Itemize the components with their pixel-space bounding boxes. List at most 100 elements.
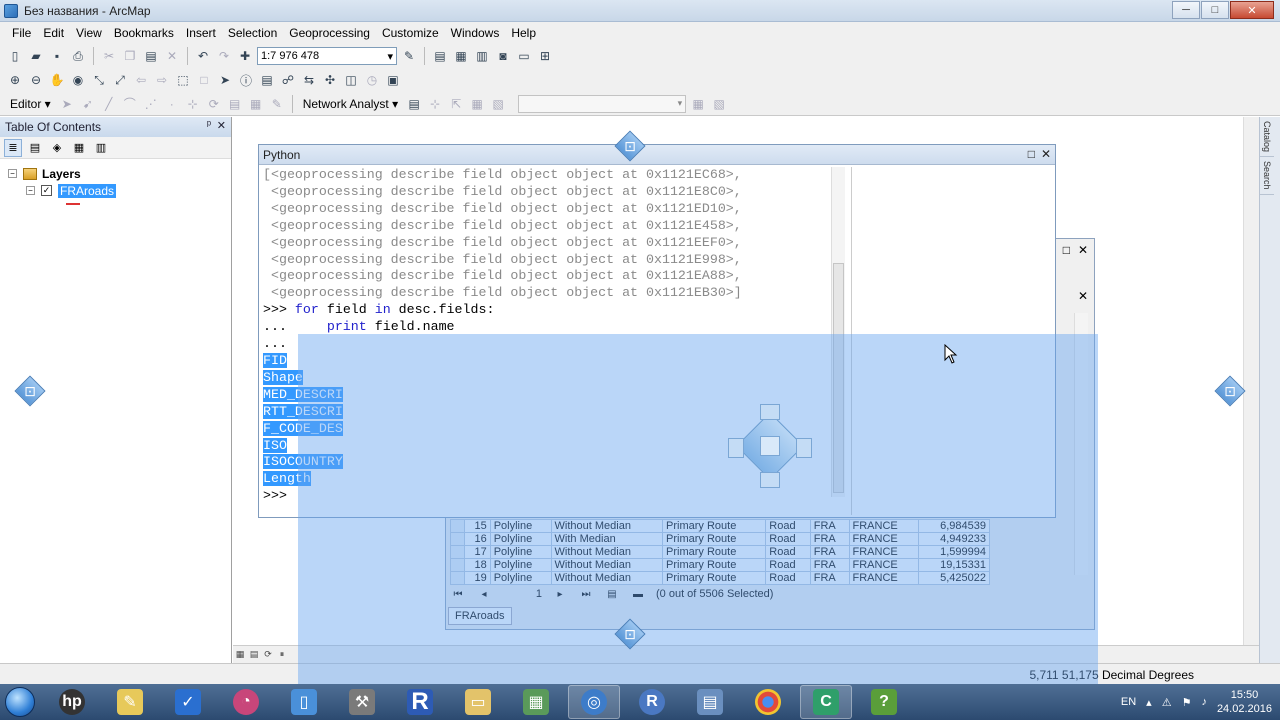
compass-center-target[interactable] [760, 436, 780, 456]
compass-bottom-target[interactable] [760, 472, 780, 488]
end-point-arc-icon[interactable]: ⌒ [121, 95, 139, 113]
full-extent-globe-icon[interactable]: ◉ [69, 71, 87, 89]
redo-icon[interactable]: ↷ [215, 47, 233, 65]
goto-xy-icon[interactable]: ✣ [321, 71, 339, 89]
editor-menu-button[interactable]: Editor ▾ [6, 97, 55, 111]
taskbar-python-app[interactable]: ▤ [684, 685, 736, 719]
dock-right-arrow-icon[interactable]: ⊡ [1214, 375, 1246, 407]
cut-icon[interactable]: ✂ [100, 47, 118, 65]
menu-windows[interactable]: Windows [445, 26, 506, 40]
open-folder-icon[interactable]: ▰ [27, 47, 45, 65]
pause-drawing-icon[interactable]: ⏸ [275, 648, 289, 662]
network-dataset-combo[interactable]: ▾ [518, 94, 687, 113]
taskbar-tasks-app[interactable]: ✓ [162, 685, 214, 719]
arctoolbox-icon[interactable]: ◙ [494, 47, 512, 65]
taskbar-hp-app[interactable]: hp [46, 685, 98, 719]
taskbar-tools-app[interactable]: ⚒ [336, 685, 388, 719]
python-maximize-button[interactable]: □ [1028, 147, 1035, 161]
straight-segment-icon[interactable]: ╱ [100, 95, 118, 113]
collapse-icon[interactable]: − [26, 186, 35, 195]
edit-tool-icon[interactable]: ➤ [58, 95, 76, 113]
clear-selection-icon[interactable]: □ [195, 71, 213, 89]
python-window-icon[interactable]: ▭ [515, 47, 533, 65]
system-clock[interactable]: 15:50 24.02.2016 [1217, 688, 1272, 716]
action-center-flag-icon[interactable]: ⚑ [1182, 696, 1192, 709]
dock-left-arrow-icon[interactable]: ⊡ [14, 375, 46, 407]
toc-close-button[interactable]: ✕ [217, 119, 226, 132]
identify-icon[interactable]: ⓘ [237, 71, 255, 89]
catalog-window-icon[interactable]: ▦ [452, 47, 470, 65]
tree-row-layers[interactable]: − Layers [8, 165, 231, 182]
fixed-zoom-in-icon[interactable]: ⤡ [90, 71, 108, 89]
split-tool-icon[interactable]: ⊹ [184, 95, 202, 113]
dock-top-arrow-icon[interactable]: ⊡ [614, 130, 646, 162]
refresh-icon[interactable]: ⟳ [261, 648, 275, 662]
create-network-location-icon[interactable]: ⊹ [426, 95, 444, 113]
save-icon[interactable]: ▪ [48, 47, 66, 65]
start-button[interactable] [0, 684, 40, 720]
dock-compass-icon[interactable] [726, 402, 814, 490]
table-tab-close[interactable]: ✕ [1078, 289, 1088, 303]
attribute-table-close[interactable]: ✕ [1078, 243, 1088, 257]
menu-bookmarks[interactable]: Bookmarks [108, 26, 180, 40]
zoom-out-icon[interactable]: ⊖ [27, 71, 45, 89]
create-features-icon[interactable]: ✎ [268, 95, 286, 113]
catalog-tab[interactable]: Catalog [1260, 117, 1274, 158]
search-tab[interactable]: Search [1260, 157, 1274, 195]
trace-icon[interactable]: ⋰ [142, 95, 160, 113]
measure-icon[interactable]: ◫ [342, 71, 360, 89]
layer-visibility-checkbox[interactable]: ✓ [41, 185, 52, 196]
taskbar-notepad-app[interactable]: ▯ [278, 685, 330, 719]
toc-options-icon[interactable]: ▥ [92, 139, 110, 157]
find-binoculars-icon[interactable]: ☍ [279, 71, 297, 89]
edit-annotation-icon[interactable]: ➹ [79, 95, 97, 113]
model-builder-icon[interactable]: ⊞ [536, 47, 554, 65]
compass-left-target[interactable] [728, 438, 744, 458]
taskbar-gauge-app[interactable]: ◔ [220, 685, 272, 719]
add-data-icon[interactable]: ✚ [236, 47, 254, 65]
dock-bottom-arrow-icon[interactable]: ⊡ [614, 618, 646, 650]
menu-insert[interactable]: Insert [180, 26, 222, 40]
python-close-button[interactable]: ✕ [1041, 147, 1051, 161]
taskbar-paint-app[interactable]: ✎ [104, 685, 156, 719]
network-identify-icon[interactable]: ▧ [710, 95, 728, 113]
find-route-icon[interactable]: ⇆ [300, 71, 318, 89]
volume-icon[interactable]: ♪ [1201, 696, 1207, 708]
network-analyst-menu-button[interactable]: Network Analyst ▾ [299, 97, 402, 111]
network-analyst-window-icon[interactable]: ▤ [405, 95, 423, 113]
attribute-table-maximize[interactable]: □ [1063, 243, 1070, 257]
fixed-zoom-out-icon[interactable]: ⤢ [111, 71, 129, 89]
minimize-button[interactable]: ─ [1172, 1, 1200, 19]
close-button[interactable]: ✕ [1230, 1, 1274, 19]
build-network-icon[interactable]: ▦ [468, 95, 486, 113]
taskbar-arcmap-app[interactable]: ◎ [568, 685, 620, 719]
taskbar-arccatalog-app[interactable]: ▦ [510, 685, 562, 719]
maximize-button[interactable]: □ [1201, 1, 1229, 19]
point-icon[interactable]: · [163, 95, 181, 113]
layer-name[interactable]: FRAroads [58, 183, 117, 198]
list-by-selection-icon[interactable]: ▦ [70, 139, 88, 157]
rotate-tool-icon[interactable]: ⟳ [205, 95, 223, 113]
tree-row-fraroads[interactable]: − ✓ FRAroads [8, 182, 231, 199]
list-by-drawing-order-icon[interactable]: ≣ [4, 138, 22, 157]
layout-view-icon[interactable]: ▦ [233, 648, 247, 662]
zoom-in-icon[interactable]: ⊕ [6, 71, 24, 89]
sketch-properties-icon[interactable]: ▦ [247, 95, 265, 113]
network-warning-icon[interactable]: ⚠ [1162, 696, 1172, 709]
solve-icon[interactable]: ▧ [489, 95, 507, 113]
table-of-contents-icon[interactable]: ▤ [431, 47, 449, 65]
menu-customize[interactable]: Customize [376, 26, 445, 40]
undo-icon[interactable]: ↶ [194, 47, 212, 65]
map-vertical-scrollbar[interactable] [1243, 117, 1259, 645]
delete-icon[interactable]: ✕ [163, 47, 181, 65]
search-window-icon[interactable]: ▥ [473, 47, 491, 65]
data-view-icon[interactable]: ▤ [247, 648, 261, 662]
taskbar-explorer-app[interactable]: ▭ [452, 685, 504, 719]
taskbar-r-app[interactable]: R [394, 685, 446, 719]
create-viewer-icon[interactable]: ▣ [384, 71, 402, 89]
menu-geoprocessing[interactable]: Geoprocessing [283, 26, 376, 40]
html-popup-icon[interactable]: ▤ [258, 71, 276, 89]
select-move-location-icon[interactable]: ⇱ [447, 95, 465, 113]
language-indicator[interactable]: EN [1121, 696, 1136, 708]
copy-icon[interactable]: ❐ [121, 47, 139, 65]
